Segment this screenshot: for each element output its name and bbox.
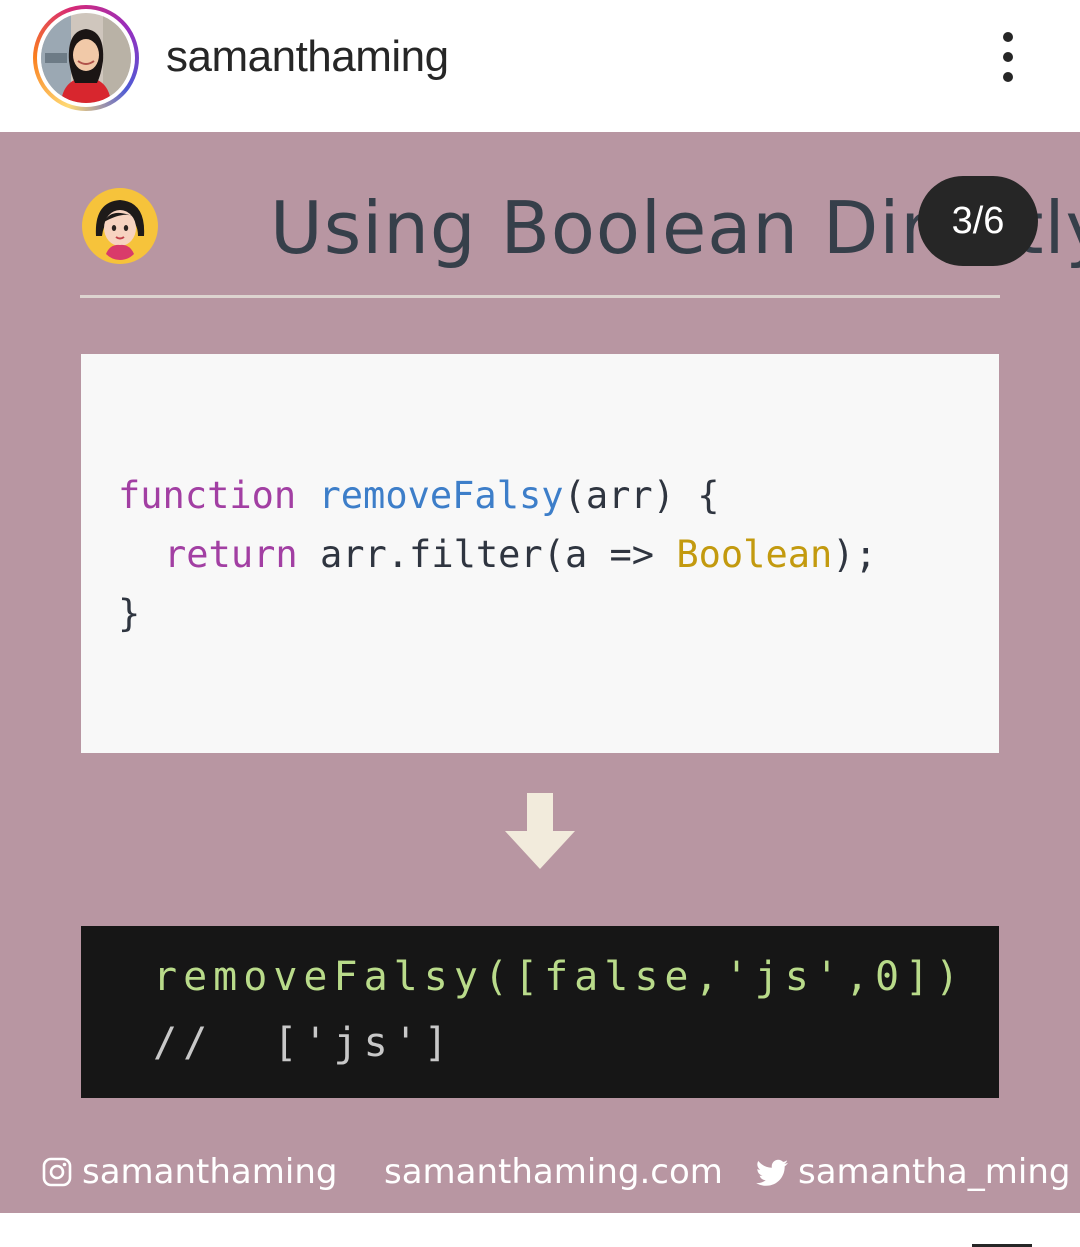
- twitter-icon: [756, 1159, 788, 1186]
- username-link[interactable]: samanthaming: [166, 32, 449, 82]
- profile-avatar[interactable]: [33, 5, 139, 111]
- code-keyword: function: [118, 474, 297, 517]
- code-snippet: function removeFalsy(arr) { return arr.f…: [81, 354, 999, 753]
- post-header: samanthaming: [0, 0, 1080, 132]
- instagram-icon: [42, 1157, 72, 1187]
- code-line-1: function removeFalsy(arr) {: [118, 474, 719, 517]
- title-divider: [80, 295, 1000, 298]
- more-options-icon[interactable]: [990, 28, 1026, 86]
- code-keyword: return: [164, 533, 298, 576]
- footer-twitter: samantha_ming: [756, 1152, 1070, 1192]
- arrow-down-icon: [505, 793, 575, 869]
- action-bar: [0, 1213, 1080, 1247]
- code-text: arr.filter(a =>: [319, 533, 677, 576]
- code-text: (arr) {: [563, 474, 720, 517]
- output-call: removeFalsy([false,'js',0]): [153, 954, 966, 1000]
- code-line-3: }: [118, 592, 141, 635]
- carousel-slide[interactable]: Using Boolean Directly 3/6 function remo…: [0, 132, 1080, 1213]
- profile-photo: [41, 13, 131, 103]
- code-builtin: Boolean: [676, 533, 833, 576]
- code-function-name: removeFalsy: [318, 474, 564, 517]
- footer-instagram: samanthaming: [42, 1152, 337, 1192]
- slide-counter-badge: 3/6: [918, 176, 1038, 266]
- code-line-2: return arr.filter(a => Boolean);: [164, 533, 877, 576]
- output-comment: // ['js']: [153, 1020, 454, 1066]
- footer-website: samanthaming.com: [384, 1152, 723, 1192]
- code-text: );: [832, 533, 877, 576]
- footer-instagram-handle: samanthaming: [82, 1152, 338, 1192]
- output-snippet: removeFalsy([false,'js',0]) // ['js']: [81, 926, 999, 1098]
- girl-emoji-icon: [82, 188, 158, 264]
- footer-twitter-handle: samantha_ming: [798, 1152, 1071, 1192]
